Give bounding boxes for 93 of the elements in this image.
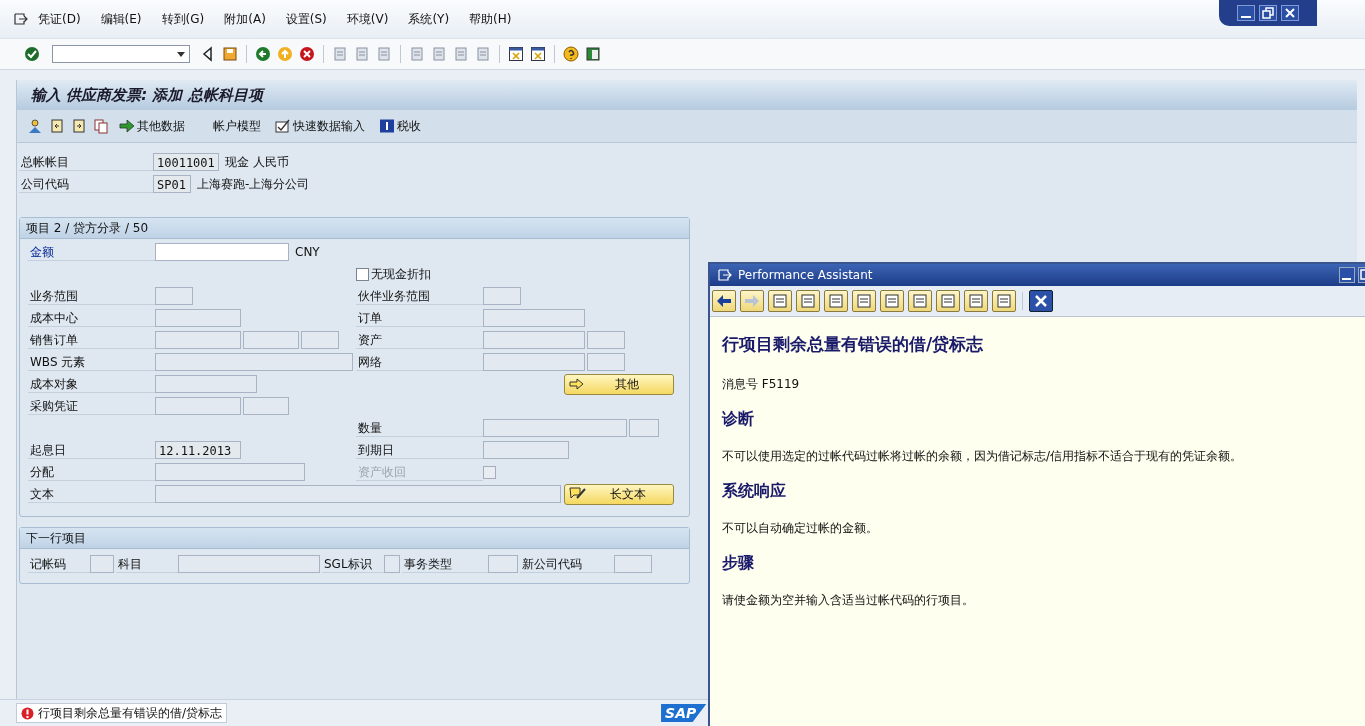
message-heading: 行项目剩余总量有错误的借/贷标志 [722, 333, 985, 356]
input-field[interactable] [483, 419, 627, 437]
section-text: 不可以自动确定过帐的金额。 [722, 520, 879, 537]
toolbar-button[interactable]: 税收 [375, 117, 425, 135]
input-field[interactable]: 10011001 [153, 153, 219, 171]
forward-arrow-icon [744, 294, 760, 308]
input-field[interactable] [90, 555, 114, 573]
input-field[interactable] [155, 397, 241, 415]
input-field[interactable] [155, 331, 241, 349]
input-field[interactable] [614, 555, 652, 573]
checkbox-label: 无现金折扣 [371, 265, 431, 283]
cancel-icon[interactable] [299, 46, 315, 62]
section-text: 请使金额为空并输入含适当过帐代码的行项目。 [722, 592, 975, 609]
person-icon[interactable] [27, 118, 43, 134]
input-field[interactable] [629, 419, 659, 437]
input-field[interactable] [155, 485, 561, 503]
input-field[interactable] [483, 331, 585, 349]
minimize-icon[interactable] [1339, 267, 1355, 283]
currency-label: CNY [295, 245, 320, 259]
input-field[interactable]: 12.11.2013 [155, 441, 241, 459]
group-title: 下一行项目 [26, 531, 86, 545]
note-pencil-icon [569, 486, 587, 502]
screen-title: 输入 供应商发票: 添加 总帐科目项 [31, 85, 263, 105]
enter-icon[interactable] [24, 46, 40, 62]
menu-item[interactable]: 编辑(E) [100, 10, 142, 28]
menu-item[interactable]: 设置(S) [285, 10, 327, 28]
push-button[interactable]: 长文本 [564, 483, 674, 505]
input-field[interactable] [587, 331, 625, 349]
input-field[interactable] [155, 353, 353, 371]
field-description: 上海赛跑-上海分公司 [197, 175, 310, 193]
toolbar-button[interactable]: 快速数据输入 [271, 117, 369, 135]
toolbar-button[interactable]: 帐户模型 [209, 117, 265, 135]
section-heading: 步骤 [722, 553, 755, 574]
field-description: 现金 人民币 [224, 153, 289, 171]
menu-item[interactable]: 帮助(H) [469, 10, 512, 28]
input-field[interactable] [483, 441, 569, 459]
help-icon[interactable] [563, 46, 579, 62]
menu-icon[interactable] [14, 13, 28, 25]
sap-logo: SAP [661, 704, 707, 722]
close-icon[interactable] [1281, 5, 1299, 21]
info-icon [379, 119, 395, 133]
layout-icon[interactable] [585, 46, 601, 62]
input-field[interactable] [243, 331, 299, 349]
document-left-icon[interactable] [49, 118, 65, 134]
input-field[interactable] [301, 331, 339, 349]
arrow-right-icon [569, 378, 585, 390]
menu-item[interactable]: 附加(A) [224, 10, 266, 28]
input-field[interactable] [483, 309, 585, 327]
input-field[interactable] [488, 555, 518, 573]
back-icon[interactable] [255, 46, 271, 62]
dropdown-icon [177, 51, 185, 57]
field-label: 资产收回 [356, 463, 483, 481]
copy-icon[interactable] [93, 118, 109, 134]
message-number: 消息号 F5119 [722, 376, 801, 393]
exit-icon[interactable] [277, 46, 293, 62]
input-field[interactable] [155, 287, 193, 305]
section-heading: 系统响应 [722, 481, 787, 502]
group-title: 项目 2 / 贷方分录 / 50 [26, 221, 149, 235]
input-field[interactable] [483, 353, 585, 371]
menu-item[interactable]: 环境(V) [346, 10, 389, 28]
input-field[interactable] [155, 309, 241, 327]
input-field[interactable] [587, 353, 625, 371]
input-field[interactable] [155, 375, 257, 393]
input-field[interactable] [483, 287, 521, 305]
back-arrow-icon [716, 294, 732, 308]
checklist-icon [275, 119, 291, 133]
toolbar-button[interactable] [712, 290, 736, 312]
input-field[interactable]: SP01 [153, 175, 191, 193]
close-icon [1033, 294, 1049, 308]
arrow-right-icon [119, 119, 135, 133]
input-field[interactable] [155, 463, 305, 481]
toolbar-button[interactable]: 其他数据 [115, 117, 189, 135]
input-field[interactable] [384, 555, 400, 573]
save-icon[interactable] [222, 46, 238, 62]
menu-item[interactable]: 系统(Y) [408, 10, 450, 28]
menu-item[interactable]: 凭证(D) [38, 10, 81, 28]
push-button[interactable]: 其他 [564, 373, 674, 395]
minimize-icon[interactable] [1237, 5, 1255, 21]
section-text: 不可以使用选定的过帐代码过帐将过帐的余额，因为借记标志/信用指标不适合于现有的凭证余额。 [722, 448, 1244, 465]
checkbox[interactable] [356, 267, 369, 281]
command-field[interactable] [52, 45, 190, 63]
status-message[interactable]: 行项目剩余总量有错误的借/贷标志 [16, 703, 228, 723]
toolbar-button[interactable] [1029, 290, 1053, 312]
restore-icon[interactable] [1259, 5, 1277, 21]
input-field[interactable] [243, 397, 289, 415]
input-field[interactable] [178, 555, 320, 573]
menu-item[interactable]: 转到(G) [161, 10, 205, 28]
window-icon [718, 269, 732, 281]
input-field[interactable] [155, 243, 289, 261]
window-title: Performance Assistant [738, 268, 873, 282]
document-right-icon[interactable] [71, 118, 87, 134]
section-heading: 诊断 [722, 409, 755, 430]
error-icon [21, 706, 34, 720]
